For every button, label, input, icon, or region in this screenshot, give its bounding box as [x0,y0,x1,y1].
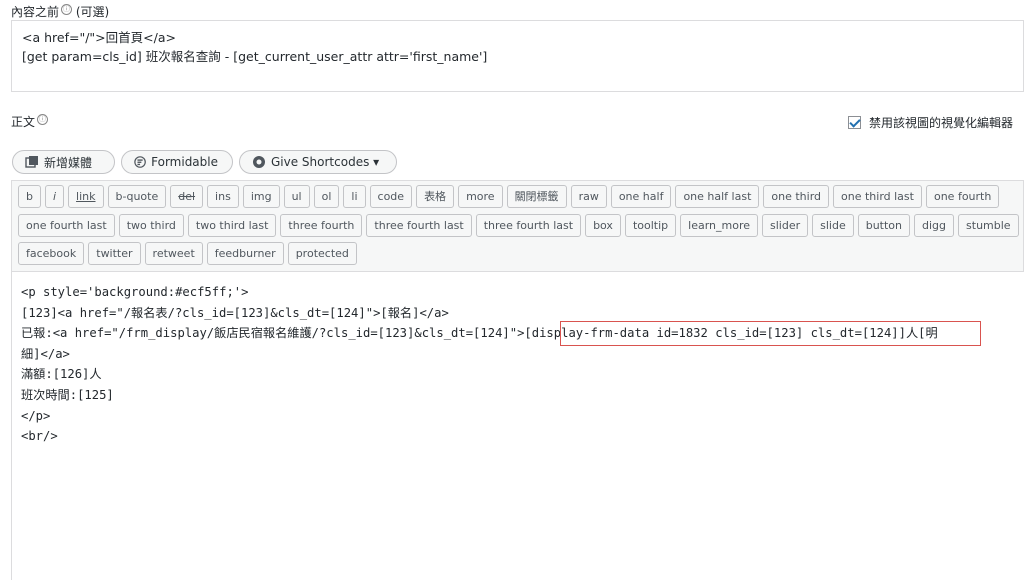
qt-digg-button[interactable]: digg [914,213,955,237]
qt-three-fourth-last-button[interactable]: three fourth last [475,213,582,237]
qt-one-fourth-last-button[interactable]: one fourth last [18,213,115,237]
disable-visual-editor-toggle[interactable]: 禁用該視圖的視覺化編輯器 [848,114,1013,131]
checkbox-checked-icon[interactable] [848,116,861,129]
content-editor-textarea[interactable]: <p style='background:#ecf5ff;'> [123]<a … [11,271,1024,580]
editor-line: <p style='background:#ecf5ff;'> [21,285,249,299]
qt-three-fourth-button[interactable]: three fourth [280,213,363,237]
editor-line: <br/> [21,429,58,444]
qt-one-third-button[interactable]: one third [763,185,830,208]
qt-learn-more-button[interactable]: learn_more [680,213,758,237]
quicktags-row: b i link b-quote del ins img ul ol li co… [18,185,1023,209]
qt-slide-button[interactable]: slide [812,213,854,237]
before-content-textarea[interactable]: <a href="/">回首頁</a> [get param=cls_id] 班… [11,20,1024,92]
before-content-label: 內容之前 ⓘ (可選) [11,4,110,19]
qt-two-third-button[interactable]: two third [118,213,184,237]
qt-three-fourth-last-button[interactable]: three fourth last [366,213,472,237]
formidable-button[interactable]: Formidable [121,150,233,174]
editor-line: </p> [21,408,51,423]
qt-tooltip-button[interactable]: tooltip [624,213,677,237]
qt-button-button[interactable]: button [857,213,911,237]
body-label: 正文 ⓘ [11,114,49,129]
optional-label: (可選) [75,5,110,19]
qt-slider-button[interactable]: slider [762,213,809,237]
qt-two-third-last-button[interactable]: two third last [187,213,277,237]
add-media-button[interactable]: 新增媒體 [12,150,115,174]
qt-more-button[interactable]: more [458,185,503,208]
disable-visual-editor-label: 禁用該視圖的視覺化編輯器 [869,116,1014,130]
qt-link-button[interactable]: link [68,185,104,208]
qt-one-half-button[interactable]: one half [610,185,672,208]
add-media-icon [25,156,38,168]
quicktags-row: one fourth last two third two third last… [18,213,1023,238]
qt-retweet-button[interactable]: retweet [144,242,203,265]
info-icon: ⓘ [61,4,73,15]
formidable-icon [134,156,146,168]
editor-line: 細]</a> [21,346,70,361]
qt-i-button[interactable]: i [44,185,65,208]
qt-raw-button[interactable]: raw [570,185,607,208]
editor-line: 滿額:[126]人 [21,367,102,382]
qt-b-button[interactable]: b [18,185,41,208]
qt-facebook-button[interactable]: facebook [18,242,85,265]
editor-line: 班次時間:[125] [21,387,114,402]
qt-box-button[interactable]: box [585,213,621,237]
shortcode-icon [253,156,265,168]
before-content-line: <a href="/">回首頁</a> [22,30,176,45]
qt-twitter-button[interactable]: twitter [88,242,141,265]
qt-ol-button[interactable]: ol [313,185,340,208]
qt-code-button[interactable]: code [369,185,413,208]
qt-ul-button[interactable]: ul [283,185,310,208]
qt-stumble-button[interactable]: stumble [958,213,1019,237]
quicktags-row: facebook twitter retweet feedburner prot… [18,242,1023,266]
qt-one-third-last-button[interactable]: one third last [833,185,922,208]
qt-one-fourth-button[interactable]: one fourth [925,185,1000,208]
qt-table-button[interactable]: 表格 [416,185,455,208]
qt-one-half-last-button[interactable]: one half last [675,185,760,208]
quicktags-toolbar: b i link b-quote del ins img ul ol li co… [11,180,1024,271]
qt-img-button[interactable]: img [242,185,280,208]
qt-feedburner-button[interactable]: feedburner [206,242,284,265]
qt-li-button[interactable]: li [343,185,366,208]
qt-ins-button[interactable]: ins [207,185,239,208]
give-shortcodes-button[interactable]: Give Shortcodes ▾ [239,150,397,174]
qt-close-tags-button[interactable]: 關閉標籤 [506,185,567,208]
info-icon: ⓘ [37,114,49,125]
qt-protected-button[interactable]: protected [287,242,357,265]
highlight-annotation [560,321,981,346]
qt-bquote-button[interactable]: b-quote [107,185,167,208]
qt-del-button[interactable]: del [170,185,204,208]
before-content-line: [get param=cls_id] 班次報名查詢 - [get_current… [22,49,488,64]
